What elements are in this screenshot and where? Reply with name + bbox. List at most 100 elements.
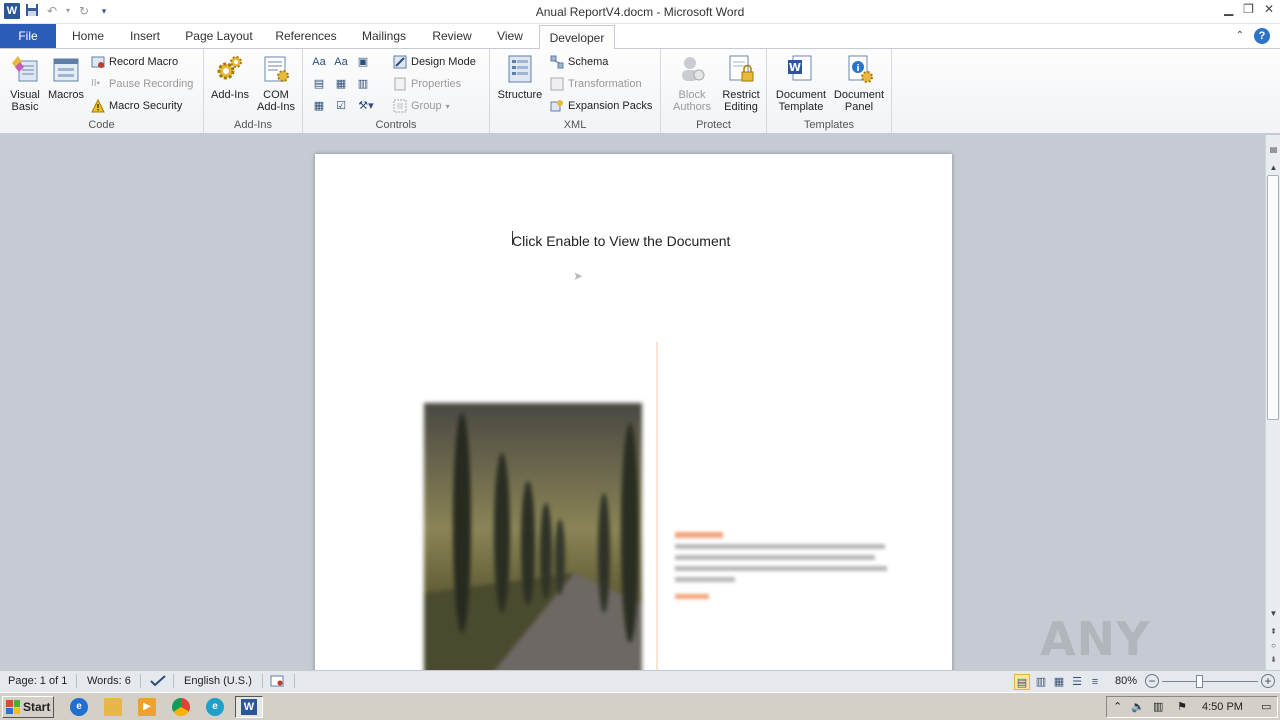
properties-button[interactable]: Properties: [393, 75, 461, 93]
language[interactable]: English (U.S.): [184, 675, 252, 687]
properties-icon: [393, 77, 407, 91]
macros-button[interactable]: Macros: [46, 53, 86, 101]
plain-text-control-icon[interactable]: Aa: [333, 54, 349, 70]
macro-security-button[interactable]: Macro Security: [91, 97, 182, 115]
block-authors-label: Block Authors: [673, 89, 711, 113]
picture-control-icon[interactable]: ▣: [355, 54, 371, 70]
restrict-editing-icon: [725, 53, 757, 85]
block-authors-button[interactable]: Block Authors: [667, 53, 717, 113]
schema-icon: [550, 55, 564, 69]
tab-home[interactable]: Home: [62, 24, 114, 48]
help-icon[interactable]: ?: [1254, 28, 1270, 44]
proofing-icon[interactable]: [150, 675, 166, 690]
restore-button[interactable]: ❐: [1243, 2, 1254, 16]
group-button[interactable]: Group ▾: [393, 97, 450, 115]
status-bar: Page: 1 of 1 Words: 6 English (U.S.) ▤ ▥…: [0, 670, 1280, 692]
close-button[interactable]: ✕: [1264, 2, 1274, 16]
web-layout-view-icon[interactable]: ▦: [1051, 674, 1067, 690]
start-button[interactable]: Start: [2, 696, 54, 718]
tab-developer[interactable]: Developer: [539, 25, 615, 49]
page-count[interactable]: Page: 1 of 1: [8, 675, 67, 687]
record-macro-label: Record Macro: [109, 56, 179, 68]
com-add-ins-button[interactable]: COM Add-Ins: [254, 53, 298, 113]
draft-view-icon[interactable]: ≡: [1087, 674, 1103, 690]
word-count[interactable]: Words: 6: [87, 675, 131, 687]
group-label-templates: Templates: [803, 119, 855, 131]
print-layout-view-icon[interactable]: ▤: [1014, 674, 1030, 690]
transformation-button[interactable]: Transformation: [550, 75, 642, 93]
ruler-toggle-icon[interactable]: ▤: [1266, 143, 1280, 157]
record-macro-button[interactable]: Record Macro: [91, 53, 178, 71]
document-page[interactable]: Click Enable to View the Document ➤: [315, 154, 952, 670]
zoom-in-icon[interactable]: +: [1261, 674, 1275, 688]
tab-view[interactable]: View: [488, 24, 532, 48]
drop-down-control-icon[interactable]: ▥: [355, 76, 371, 92]
tab-review[interactable]: Review: [426, 24, 478, 48]
chrome-icon[interactable]: [172, 698, 190, 716]
add-ins-button[interactable]: Add-Ins: [208, 53, 252, 101]
window-title: Anual ReportV4.docm - Microsoft Word: [535, 5, 745, 19]
document-template-label: Document Template: [775, 89, 827, 113]
check-box-control-icon[interactable]: ☑: [333, 98, 349, 114]
network-icon[interactable]: ▥: [1153, 700, 1163, 713]
tab-mailings[interactable]: Mailings: [354, 24, 414, 48]
document-panel-button[interactable]: i Document Panel: [831, 53, 887, 113]
edge-icon[interactable]: e: [206, 698, 224, 716]
restrict-editing-button[interactable]: Restrict Editing: [717, 53, 765, 113]
building-block-control-icon[interactable]: ▤: [311, 76, 327, 92]
group-label: Group: [411, 100, 442, 112]
structure-button[interactable]: Structure: [496, 53, 544, 101]
pause-recording-button[interactable]: II▪ Pause Recording: [91, 75, 193, 93]
tab-page-layout[interactable]: Page Layout: [180, 24, 258, 48]
combo-box-control-icon[interactable]: ▦: [333, 76, 349, 92]
group-label-add-ins: Add-Ins: [234, 119, 272, 131]
minimize-ribbon-icon[interactable]: ⌃: [1236, 28, 1244, 44]
clock[interactable]: 4:50 PM: [1202, 701, 1243, 713]
expansion-packs-button[interactable]: Expansion Packs: [550, 97, 652, 115]
com-add-ins-icon: [260, 53, 292, 85]
document-template-button[interactable]: W Document Template: [771, 53, 831, 113]
action-center-flag-icon[interactable]: ⚑: [1177, 700, 1187, 713]
scrollbar-thumb[interactable]: [1267, 175, 1279, 420]
internet-explorer-icon[interactable]: e: [70, 698, 88, 716]
outline-view-icon[interactable]: ☰: [1069, 674, 1085, 690]
scroll-up-icon[interactable]: ▲: [1266, 161, 1280, 175]
group-templates: W Document Template i Document Panel Tem…: [767, 49, 892, 133]
macros-label: Macros: [47, 89, 85, 101]
ribbon-tabs: File Home Insert Page Layout References …: [0, 24, 1280, 49]
minimize-button[interactable]: ▁: [1224, 2, 1233, 16]
document-template-icon: W: [785, 53, 817, 85]
zoom-level[interactable]: 80%: [1115, 675, 1137, 687]
tab-file[interactable]: File: [0, 24, 56, 48]
file-explorer-icon[interactable]: [104, 698, 122, 716]
media-player-icon[interactable]: ▶: [138, 698, 156, 716]
zoom-slider-track[interactable]: [1162, 681, 1258, 682]
legacy-tools-icon[interactable]: ⚒▾: [355, 98, 377, 114]
block-authors-icon: [676, 53, 708, 85]
svg-text:W: W: [789, 61, 801, 74]
macro-recording-icon[interactable]: [270, 675, 284, 690]
full-screen-reading-view-icon[interactable]: ▥: [1033, 674, 1049, 690]
tray-expand-icon[interactable]: ⌃: [1113, 700, 1122, 713]
vertical-scrollbar[interactable]: ▤ ▲ ▼ ⇞ ○ ⇟: [1265, 135, 1280, 670]
zoom-slider-thumb[interactable]: [1196, 675, 1203, 688]
tab-insert[interactable]: Insert: [122, 24, 168, 48]
rich-text-control-icon[interactable]: Aa: [311, 54, 327, 70]
document-area[interactable]: Click Enable to View the Document ➤: [0, 135, 1265, 670]
start-label: Start: [23, 700, 51, 714]
window-controls: ▁ ❐ ✕: [1224, 2, 1274, 16]
visual-basic-icon: [9, 53, 41, 85]
zoom-out-icon[interactable]: −: [1145, 674, 1159, 688]
show-desktop-icon[interactable]: ▭: [1261, 700, 1271, 713]
record-macro-icon: [91, 55, 105, 69]
word-taskbar-button[interactable]: W: [235, 696, 263, 718]
add-ins-gear-icon: [214, 53, 246, 85]
visual-basic-button[interactable]: Visual Basic: [4, 53, 46, 113]
com-add-ins-label: COM Add-Ins: [257, 89, 295, 113]
date-picker-control-icon[interactable]: ▦: [311, 98, 327, 114]
schema-button[interactable]: Schema: [550, 53, 608, 71]
volume-icon[interactable]: 🔈: [1131, 700, 1145, 713]
expansion-packs-icon: [550, 99, 564, 113]
design-mode-button[interactable]: Design Mode: [393, 53, 476, 71]
tab-references[interactable]: References: [270, 24, 342, 48]
